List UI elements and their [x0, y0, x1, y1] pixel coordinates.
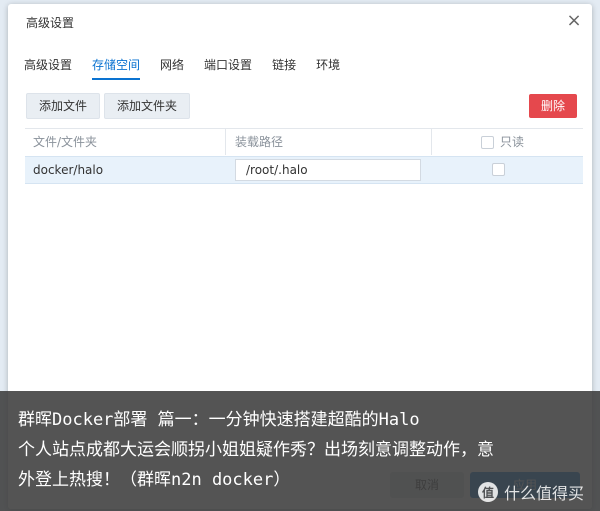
caption-line-3: 外登上热搜！（群晖n2n docker） [18, 470, 291, 490]
delete-button[interactable]: 删除 [529, 94, 578, 118]
tab-network[interactable]: 网络 [160, 56, 184, 78]
header-readonly: 只读 [481, 129, 524, 155]
header-file-folder[interactable]: 文件/文件夹 [33, 129, 97, 155]
close-icon[interactable]: × [564, 10, 584, 32]
tab-advanced-settings[interactable]: 高级设置 [24, 56, 72, 78]
dialog-title: 高级设置 [26, 16, 75, 30]
add-folder-button[interactable]: 添加文件夹 [104, 93, 191, 119]
header-readonly-label: 只读 [500, 135, 525, 149]
column-divider [431, 129, 432, 155]
column-divider [225, 129, 226, 155]
tab-links[interactable]: 链接 [272, 56, 296, 78]
watermark-logo-icon: 值 [478, 482, 498, 502]
watermark-text: 什么值得买 [504, 484, 585, 503]
watermark: 值 什么值得买 [478, 480, 584, 504]
tab-port-settings[interactable]: 端口设置 [204, 56, 252, 78]
mount-path-input[interactable] [235, 159, 421, 181]
caption-line-2: 个人站点成都大运会顺拐小姐姐疑作秀？出场刻意调整动作，意 [18, 440, 494, 460]
add-file-button[interactable]: 添加文件 [26, 93, 101, 119]
row-file-folder: docker/halo [33, 163, 104, 177]
table-header: 文件/文件夹 装载路径 只读 [25, 129, 583, 155]
tab-storage[interactable]: 存储空间 [92, 56, 141, 80]
table-row[interactable]: docker/halo [25, 156, 583, 184]
tab-bar: 高级设置 存储空间 网络 端口设置 链接 环境 [24, 56, 360, 80]
tab-environment[interactable]: 环境 [316, 56, 340, 78]
dialog-title-bar: 高级设置 × [8, 4, 592, 40]
caption-line-1: 群晖Docker部署 篇一：一分钟快速搭建超酷的Halo [18, 410, 420, 430]
row-readonly-checkbox[interactable] [492, 163, 505, 176]
header-mount-path[interactable]: 装载路径 [235, 129, 283, 155]
readonly-all-checkbox[interactable] [481, 135, 494, 149]
